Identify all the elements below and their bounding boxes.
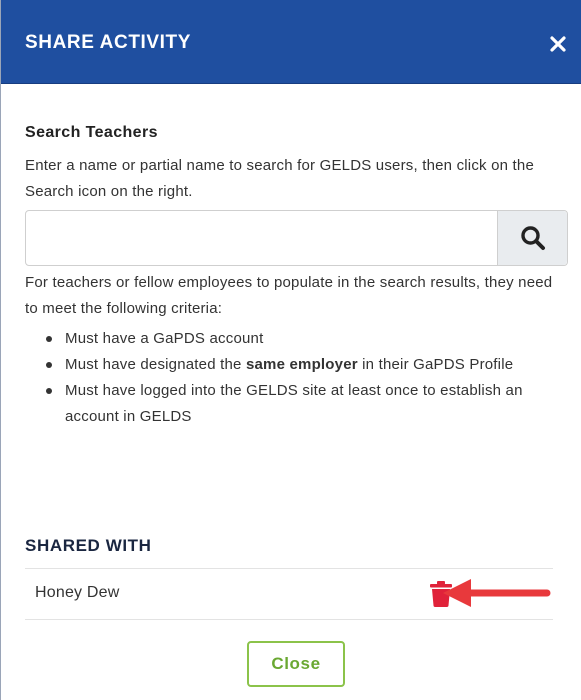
search-input[interactable] xyxy=(26,211,497,265)
bullet-icon xyxy=(46,388,52,394)
search-button[interactable] xyxy=(497,211,567,265)
close-button[interactable]: Close xyxy=(247,641,345,687)
criteria-item: Must have logged into the GELDS site at … xyxy=(25,378,560,430)
red-arrow-annotation xyxy=(443,579,551,607)
criteria-text: Must have a GaPDS account xyxy=(65,330,264,347)
search-instructions: Enter a name or partial name to search f… xyxy=(25,157,535,200)
close-modal-button[interactable] xyxy=(544,30,572,58)
criteria-text: Must have logged into the GELDS site at … xyxy=(65,382,523,425)
bullet-icon xyxy=(46,362,52,368)
close-icon xyxy=(550,36,566,52)
search-bar xyxy=(25,210,568,266)
search-teachers-heading: Search Teachers xyxy=(25,124,158,141)
criteria-item: Must have designated the same employer i… xyxy=(25,352,560,378)
modal-title: SHARE ACTIVITY xyxy=(25,32,192,53)
modal-header: SHARE ACTIVITY xyxy=(1,0,581,84)
bullet-icon xyxy=(46,336,52,342)
search-icon xyxy=(520,226,545,250)
criteria-intro: For teachers or fellow employees to popu… xyxy=(25,274,553,317)
shared-user-name: Honey Dew xyxy=(35,584,120,601)
share-activity-modal: SHARE ACTIVITY Search Teachers Enter a n… xyxy=(0,0,581,700)
shared-with-heading: SHARED WITH xyxy=(25,536,152,555)
criteria-item: Must have a GaPDS account xyxy=(25,326,560,352)
criteria-text-after: in their GaPDS Profile xyxy=(357,356,514,373)
criteria-list: Must have a GaPDS account Must have desi… xyxy=(25,326,560,430)
criteria-emphasis: same employer xyxy=(245,356,358,373)
criteria-text-before: Must have designated the xyxy=(65,356,246,373)
